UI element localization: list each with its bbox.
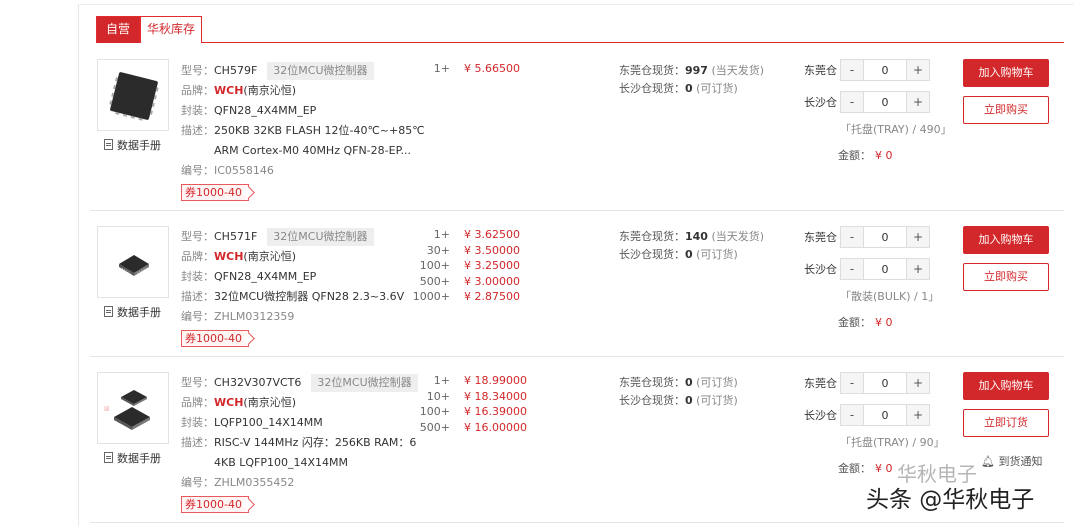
watermark-text: 头条 @华秋电子 [866,487,1035,513]
dongguan-quantity-input[interactable] [863,373,907,393]
dongguan-quantity-stepper[interactable]: - + [840,59,930,81]
category-tag[interactable]: 32位MCU微控制器 [267,228,374,246]
changsha-quantity-stepper[interactable]: - + [840,91,930,113]
decrement-button[interactable]: - [841,92,863,112]
category-tag[interactable]: 32位MCU微控制器 [267,62,374,80]
coupon-badge[interactable]: 券1000-40 [181,184,249,201]
bell-icon: 🔔︎ [981,455,995,468]
changsha-quantity-stepper[interactable]: - + [840,258,930,280]
datasheet-link[interactable]: 数据手册 [104,304,161,320]
arrival-notice-link[interactable]: 🔔︎ 到货通知 [981,453,1042,469]
document-icon [104,139,113,150]
datasheet-link[interactable]: 数据手册 [104,450,161,466]
product-info: 型号：CH32V307VCT6 32位MCU微控制器 品牌：WCH(南京沁恒) 封… [181,374,418,513]
packaging-info: 「托盘(TRAY) / 90」 [840,436,945,449]
add-to-cart-button[interactable]: 加入购物车 [963,372,1049,400]
changsha-quantity-input[interactable] [863,405,907,425]
increment-button[interactable]: + [907,227,929,247]
dongguan-quantity-input[interactable] [863,227,907,247]
changsha-quantity-input[interactable] [863,92,907,112]
model-number[interactable]: CH571F [214,230,257,243]
tab-huaqiu-stock[interactable]: 华秋库存 [140,16,202,43]
decrement-button[interactable]: - [841,60,863,80]
dongguan-quantity-stepper[interactable]: - + [840,372,930,394]
product-row: 数据手册 型号：CH571F 32位MCU微控制器 品牌：WCH(南京沁恒) 封装… [90,211,1064,357]
quantity-selector: 东莞仓 - + 长沙仓 - + 「托盘(TRAY) / 90」 金额：¥ 0 [804,372,954,475]
coupon-badge[interactable]: 券1000-40 [181,330,249,347]
document-icon [104,452,113,463]
decrement-button[interactable]: - [841,259,863,279]
description-cont: 4KB LQFP100_14X14MM [214,456,349,469]
quantity-selector: 东莞仓 - + 长沙仓 - + 「散装(BULK) / 1」 金额：¥ 0 [804,226,954,329]
add-to-cart-button[interactable]: 加入购物车 [963,59,1049,87]
row-actions: 加入购物车 立即订货 [963,372,1049,437]
packaging-info: 「托盘(TRAY) / 490」 [840,123,952,136]
product-code: ZHLM0355452 [214,476,295,489]
dongguan-quantity-input[interactable] [863,60,907,80]
decrement-button[interactable]: - [841,405,863,425]
product-code: IC0558146 [214,164,274,177]
brand-name[interactable]: WCH [214,396,243,409]
brand-name[interactable]: WCH [214,250,243,263]
coupon-badge[interactable]: 券1000-40 [181,496,249,513]
package-value: QFN28_4X4MM_EP [214,270,317,283]
buy-now-button[interactable]: 立即购买 [963,96,1049,124]
changsha-quantity-input[interactable] [863,259,907,279]
amount-total: 金额： ¥ 0 [838,149,893,162]
order-now-button[interactable]: 立即订货 [963,409,1049,437]
increment-button[interactable]: + [907,92,929,112]
stock-info: 东莞仓现货：0 (可订货) 长沙仓现货：0 (可订货) [619,376,738,407]
description: 32位MCU微控制器 QFN28 2.3~3.6V [214,290,405,303]
description-cont: ARM Cortex-M0 40MHz QFN-28-EP... [214,144,411,157]
product-info: 型号：CH579F 32位MCU微控制器 品牌：WCH(南京沁恒) 封装：QFN2… [181,62,425,201]
decrement-button[interactable]: - [841,373,863,393]
product-image[interactable]: ⊠ [97,372,169,444]
price-tiers: 1+ ¥ 18.99000 10+ ¥ 18.34000 100+ ¥ 16.3900… [419,374,527,434]
amount-total: 金额： ¥ 0 [838,462,893,475]
package-value: LQFP100_14X14MM [214,416,323,429]
increment-button[interactable]: + [907,259,929,279]
stock-info: 东莞仓现货：997 (当天发货) 长沙仓现货：0 (可订货) [619,64,765,95]
product-info: 型号：CH571F 32位MCU微控制器 品牌：WCH(南京沁恒) 封装：QFN2… [181,228,405,347]
dongguan-quantity-stepper[interactable]: - + [840,226,930,248]
increment-button[interactable]: + [907,60,929,80]
document-icon [104,306,113,317]
tab-self-operated[interactable]: 自营 [96,16,140,43]
description: RISC-V 144MHz 闪存：256KB RAM：6 [214,436,417,449]
brand-name[interactable]: WCH [214,84,243,97]
model-number[interactable]: CH32V307VCT6 [214,376,301,389]
increment-button[interactable]: + [907,373,929,393]
buy-now-button[interactable]: 立即购买 [963,263,1049,291]
price-tiers: 1+ ¥ 5.66500 [433,62,520,75]
decrement-button[interactable]: - [841,227,863,247]
amount-total: 金额： ¥ 0 [838,316,893,329]
product-row: 数据手册 型号：CH579F 32位MCU微控制器 品牌：WCH(南京沁恒) 封装… [90,44,1064,211]
model-number[interactable]: CH579F [214,64,257,77]
quantity-selector: 东莞仓 - + 长沙仓 - + 「托盘(TRAY) / 490」 金额：¥ 0 [804,59,954,162]
row-actions: 加入购物车 立即购买 [963,59,1049,124]
svg-text:⊠: ⊠ [104,405,110,413]
datasheet-link[interactable]: 数据手册 [104,137,161,153]
price-tiers: 1+ ¥ 3.62500 30+ ¥ 3.50000 100+ ¥ 3.25000 5… [412,228,520,303]
category-tag[interactable]: 32位MCU微控制器 [311,374,418,392]
description: 250KB 32KB FLASH 12位-40℃~+85℃ [214,124,425,137]
stock-tabs: 自营 华秋库存 [96,16,1064,43]
packaging-info: 「散装(BULK) / 1」 [840,290,940,303]
changsha-quantity-stepper[interactable]: - + [840,404,930,426]
add-to-cart-button[interactable]: 加入购物车 [963,226,1049,254]
product-image[interactable] [97,59,169,131]
package-value: QFN28_4X4MM_EP [214,104,317,117]
row-actions: 加入购物车 立即购买 [963,226,1049,291]
product-code: ZHLM0312359 [214,310,295,323]
product-image[interactable] [97,226,169,298]
stock-info: 东莞仓现货：140 (当天发货) 长沙仓现货：0 (可订货) [619,230,765,261]
increment-button[interactable]: + [907,405,929,425]
